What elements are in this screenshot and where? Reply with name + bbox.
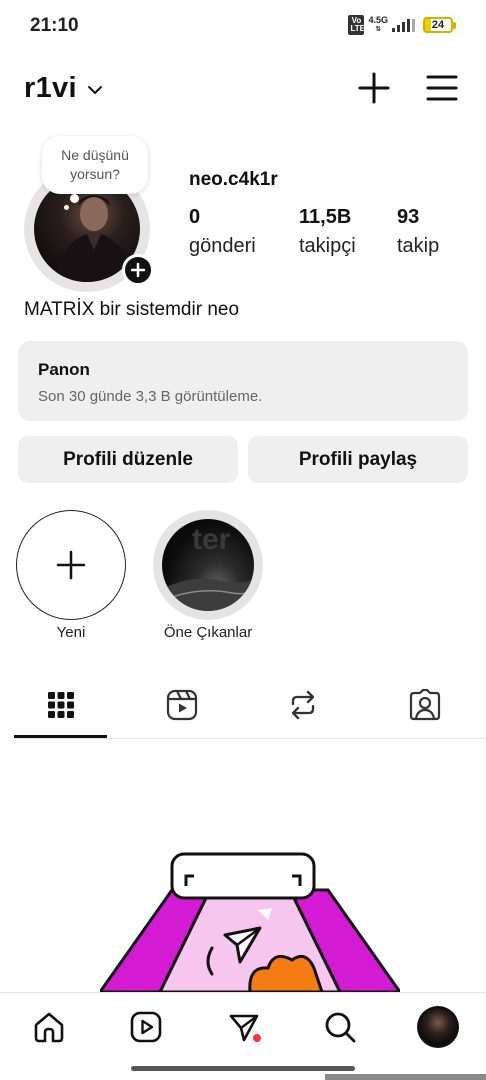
profile-header: r1vi (24, 66, 458, 110)
stat-label: gönderi (189, 235, 256, 257)
highlight-featured[interactable]: ter Öne Çıkanlar (153, 510, 263, 641)
highlight-label: Yeni (56, 624, 86, 641)
battery-icon: 24 (423, 17, 456, 33)
stat-value: 11,5B (299, 206, 352, 228)
display-name: neo.c4k1r (189, 169, 278, 190)
volte-icon: Vo LTE (348, 15, 365, 35)
svg-text:ter: ter (192, 523, 231, 556)
plus-icon (56, 550, 86, 580)
new-highlight-circle[interactable] (16, 510, 126, 620)
repost-icon (291, 690, 314, 720)
stat-label: takip (397, 235, 440, 257)
grid-icon (47, 692, 74, 718)
bottom-navigation (0, 992, 486, 1058)
tab-reposts[interactable] (256, 684, 349, 726)
nav-home[interactable] (27, 1005, 71, 1049)
profile-bio: MATRİX bir sistemdir neo (24, 299, 240, 320)
highlight-cover-image: ter (162, 523, 254, 611)
note-bubble[interactable]: Ne düşünü yorsun? (42, 136, 148, 194)
nav-messages[interactable] (222, 1005, 266, 1049)
reels-icon (130, 1011, 162, 1043)
tagged-person-icon (409, 689, 440, 721)
profile-tabs (14, 684, 486, 740)
tab-tagged[interactable] (378, 684, 471, 726)
plus-icon[interactable] (358, 72, 390, 104)
network-type: 4.5G ⇅ (368, 15, 388, 34)
stat-followers[interactable]: 11,5B takipçi (299, 206, 356, 258)
stat-posts[interactable]: 0 gönderi (189, 206, 256, 258)
search-icon (325, 1012, 356, 1043)
nav-search[interactable] (318, 1005, 362, 1049)
system-overlay-bar (325, 1074, 486, 1080)
home-icon (34, 1012, 64, 1043)
signal-icon (392, 18, 415, 32)
status-bar: 21:10 Vo LTE 4.5G ⇅ 24 (0, 0, 486, 52)
highlight-label: Öne Çıkanlar (163, 624, 253, 641)
stat-following[interactable]: 93 takip (397, 206, 439, 258)
share-profile-button[interactable]: Profili paylaş (248, 436, 468, 483)
tab-reels[interactable] (135, 684, 228, 726)
highlight-cover-ring[interactable]: ter (153, 510, 263, 620)
profile-avatar (417, 1006, 459, 1048)
battery-level: 24 (431, 19, 445, 31)
stat-value: 93 (397, 206, 420, 228)
nav-reels[interactable] (124, 1005, 168, 1049)
tabs-divider (14, 738, 486, 739)
notification-dot (253, 1034, 261, 1042)
hamburger-menu-icon[interactable] (426, 74, 458, 102)
add-story-button[interactable] (122, 254, 154, 286)
highlight-new[interactable]: Yeni (16, 510, 126, 641)
status-indicators: Vo LTE 4.5G ⇅ 24 (348, 15, 456, 35)
dashboard-title: Panon (38, 360, 90, 379)
tab-posts-grid[interactable] (14, 684, 107, 726)
edit-profile-button[interactable]: Profili düzenle (18, 436, 238, 483)
professional-dashboard-card[interactable]: Panon Son 30 günde 3,3 B görüntüleme. (18, 341, 468, 421)
plus-icon (131, 263, 145, 277)
reels-icon (166, 689, 197, 721)
dashboard-subtitle: Son 30 günde 3,3 B görüntüleme. (38, 388, 263, 405)
chevron-down-icon[interactable] (87, 85, 103, 95)
status-time: 21:10 (30, 15, 79, 36)
home-indicator[interactable] (131, 1066, 355, 1071)
highlight-cover: ter (162, 519, 254, 611)
nav-profile[interactable] (416, 1005, 460, 1049)
empty-state-illustration (100, 850, 400, 992)
stat-label: takipçi (299, 235, 356, 257)
note-bubble-dot (64, 205, 69, 210)
note-bubble-dot (70, 194, 79, 203)
stat-value: 0 (189, 206, 201, 228)
account-username[interactable]: r1vi (24, 72, 77, 105)
